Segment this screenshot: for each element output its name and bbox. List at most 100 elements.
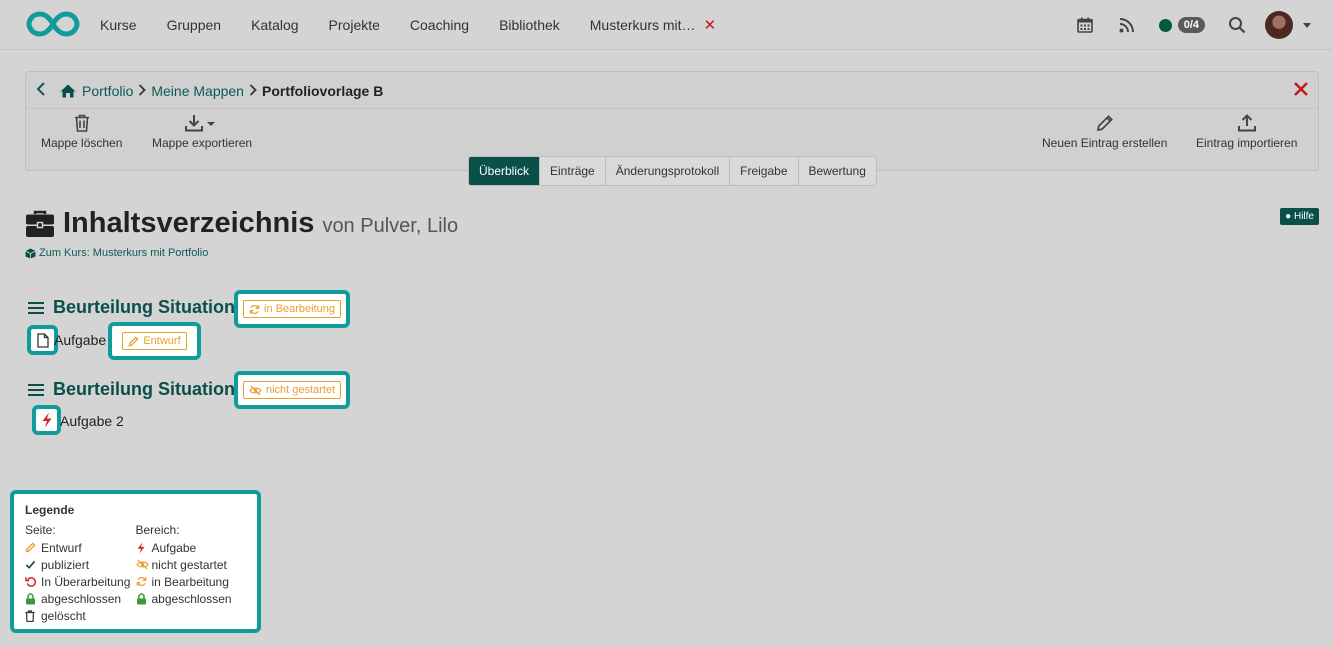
legend-item: gelöscht [25, 607, 136, 624]
breadcrumb-separator-icon [249, 83, 257, 99]
section-menu-icon [28, 301, 44, 314]
legend-area-column: Bereich: Aufgabe nicht gestartet in Bear… [136, 523, 247, 624]
trash-icon [25, 609, 41, 622]
nav-item-musterkurs[interactable]: Musterkurs mit… ✕ [590, 16, 716, 34]
rss-icon[interactable] [1117, 15, 1137, 35]
user-avatar[interactable] [1265, 11, 1293, 39]
tab-aenderungsprotokoll[interactable]: Änderungsprotokoll [606, 157, 731, 185]
legend-page-column: Seite: Entwurf publiziert In Überarbeitu… [25, 523, 136, 624]
delete-folder-button[interactable]: Mappe löschen [41, 114, 122, 150]
legend-item: abgeschlossen [136, 590, 247, 607]
pencil-icon [128, 335, 139, 346]
section-2-title-text: Beurteilung Situation 2 [53, 379, 251, 399]
online-status-indicator[interactable] [1158, 18, 1172, 32]
title-main: Inhaltsverzeichnis [63, 207, 315, 239]
legend-item: nicht gestartet [135, 556, 247, 573]
title-author: von Pulver, Lilo [322, 215, 459, 237]
export-folder-label: Mappe exportieren [152, 136, 253, 150]
entry-2-title[interactable]: Aufgabe 2 [60, 413, 124, 429]
new-entry-label: Neuen Eintrag erstellen [1042, 136, 1168, 150]
download-icon [185, 115, 216, 132]
panel-divider [26, 108, 1318, 109]
refresh-icon [136, 576, 152, 587]
legend-area-head: Bereich: [135, 523, 180, 537]
eye-slash-icon [135, 559, 152, 570]
section-menu-icon [28, 383, 44, 396]
briefcase-icon [26, 210, 54, 237]
legend-item-label: in Bearbeitung [151, 574, 229, 589]
legend-item: In Überarbeitung [25, 573, 136, 590]
section-1-status-badge: in Bearbeitung [243, 300, 341, 318]
help-icon: ● [1285, 211, 1292, 222]
legend-item-label: abgeschlossen [41, 591, 122, 606]
tab-eintraege[interactable]: Einträge [540, 157, 606, 185]
home-icon[interactable] [60, 84, 76, 98]
import-entry-button[interactable]: Eintrag importieren [1196, 114, 1297, 150]
main-menu: Kurse Gruppen Katalog Projekte Coaching … [100, 0, 716, 50]
nav-item-gruppen[interactable]: Gruppen [167, 17, 221, 33]
nav-item-projekte[interactable]: Projekte [329, 17, 380, 33]
breadcrumb-portfolio[interactable]: Portfolio [82, 83, 133, 99]
nav-item-katalog[interactable]: Katalog [251, 17, 298, 33]
infinity-logo[interactable] [26, 10, 80, 38]
entry-1-status-highlight: Entwurf [108, 322, 201, 360]
legend-item-label: Aufgabe [151, 540, 197, 555]
section-2-status-highlight: nicht gestartet [234, 371, 350, 409]
section-1-title[interactable]: Beurteilung Situation 1 [28, 297, 250, 318]
section-1-status-label: in Bearbeitung [264, 303, 335, 315]
breadcrumb-meine-mappen[interactable]: Meine Mappen [151, 83, 244, 99]
nav-item-kurse[interactable]: Kurse [100, 17, 137, 33]
legend-title: Legende [25, 503, 75, 517]
legend-item: in Bearbeitung [136, 573, 247, 590]
legend-item: abgeschlossen [25, 590, 136, 607]
pencil-icon [1096, 115, 1113, 132]
lock-icon [25, 592, 41, 605]
calendar-icon[interactable] [1075, 15, 1095, 35]
page-title: Inhaltsverzeichnis von Pulver, Lilo [25, 207, 458, 240]
top-navigation: Kurse Gruppen Katalog Projekte Coaching … [0, 0, 1333, 50]
export-folder-button[interactable]: Mappe exportieren [152, 114, 252, 150]
search-icon[interactable] [1227, 15, 1247, 35]
user-menu-caret-icon[interactable] [1303, 22, 1311, 28]
cube-icon [25, 248, 36, 258]
delete-folder-label: Mappe löschen [41, 136, 123, 150]
tab-ueberblick[interactable]: Überblick [469, 157, 541, 185]
pencil-icon [25, 542, 41, 553]
entry-1-status-label: Entwurf [143, 335, 181, 347]
section-2-title[interactable]: Beurteilung Situation 2 [28, 379, 250, 400]
new-entry-button[interactable]: Neuen Eintrag erstellen [1042, 114, 1167, 150]
close-tab-icon[interactable]: ✕ [704, 17, 717, 34]
nav-item-bibliothek[interactable]: Bibliothek [499, 17, 560, 33]
legend: Legende Seite: Entwurf publiziert In Übe… [10, 490, 261, 633]
upload-icon [1237, 114, 1256, 132]
refresh-icon [249, 304, 260, 314]
lightning-icon[interactable] [41, 412, 53, 428]
section-1-status-highlight: in Bearbeitung [234, 290, 350, 328]
tab-bewertung[interactable]: Bewertung [799, 157, 876, 185]
legend-item-label: gelöscht [41, 608, 86, 623]
notification-count-badge[interactable]: 0/4 [1177, 17, 1205, 33]
course-link[interactable]: Zum Kurs: Musterkurs mit Portfolio [25, 247, 208, 259]
help-button[interactable]: ● Hilfe [1280, 208, 1319, 225]
back-chevron-icon[interactable] [36, 81, 46, 101]
entry-1-status-badge: Entwurf [122, 332, 187, 350]
nav-item-musterkurs-label: Musterkurs mit… [589, 17, 696, 33]
breadcrumb-current: Portfoliovorlage B [261, 83, 384, 99]
section-2-status-label: nicht gestartet [265, 384, 336, 396]
trash-icon [74, 114, 89, 132]
legend-item-label: In Überarbeitung [41, 574, 131, 589]
view-tabs: Überblick Einträge Änderungsprotokoll Fr… [468, 156, 877, 186]
lightning-icon [136, 541, 152, 554]
entry-1-title[interactable]: Aufgabe [54, 332, 106, 348]
legend-item-label: nicht gestartet [151, 557, 227, 572]
close-panel-icon[interactable] [1294, 79, 1308, 102]
section-1-title-text: Beurteilung Situation 1 [53, 297, 251, 317]
legend-page-head: Seite: [25, 523, 56, 537]
document-icon[interactable] [36, 332, 49, 348]
tab-freigabe[interactable]: Freigabe [730, 157, 799, 185]
entry-2-icon-highlight [32, 405, 61, 435]
eye-slash-icon [249, 384, 262, 396]
nav-item-coaching[interactable]: Coaching [410, 17, 469, 33]
section-2-status-badge: nicht gestartet [242, 381, 342, 399]
legend-item: Aufgabe [136, 539, 247, 556]
